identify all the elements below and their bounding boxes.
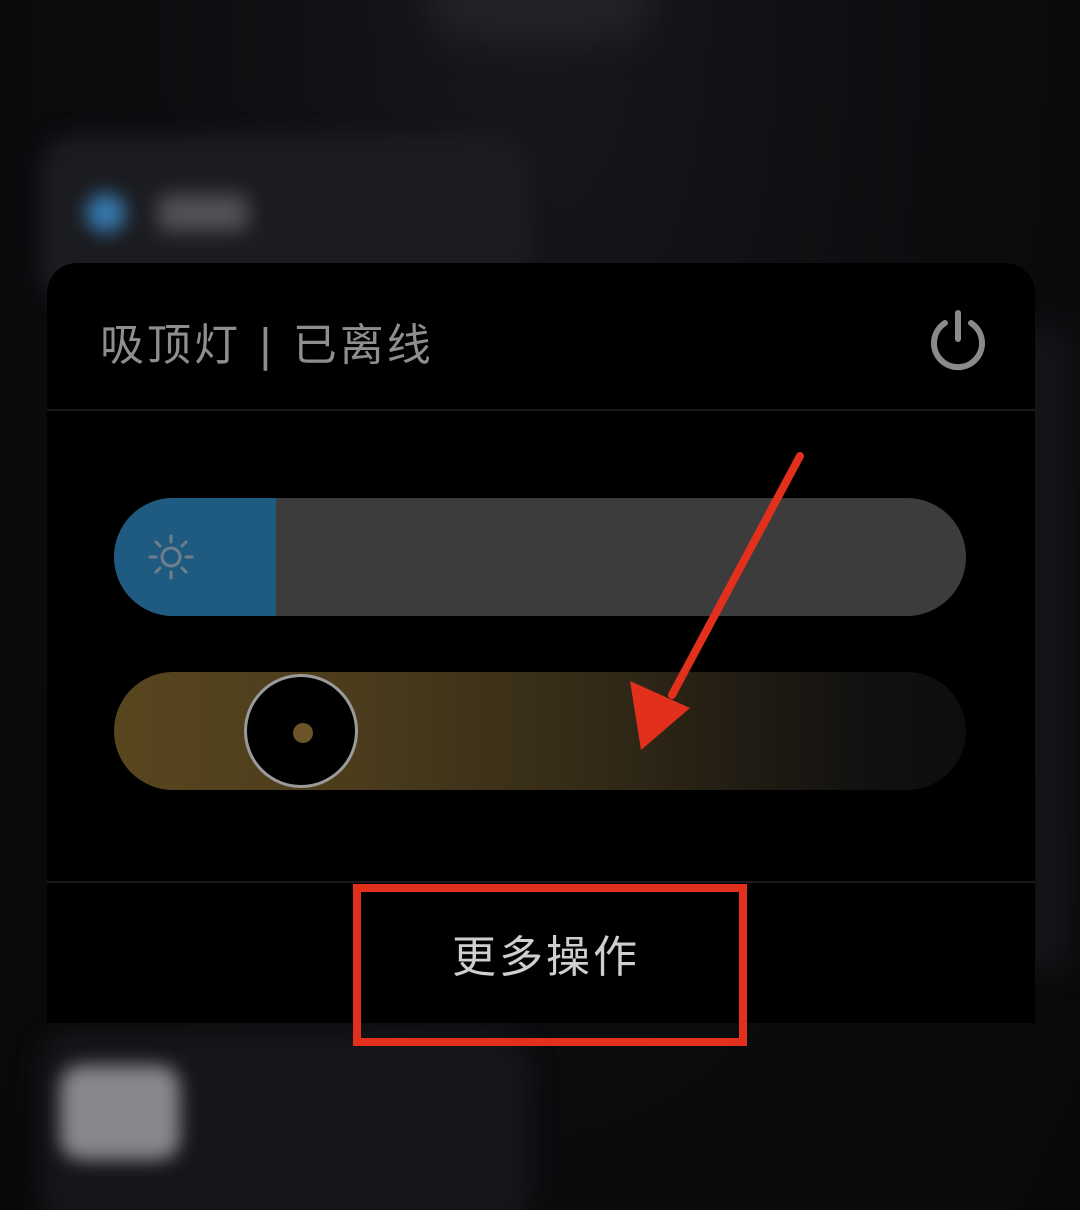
sun-icon: [148, 534, 194, 580]
blurred-top-bar: [430, 0, 650, 40]
screen: 吸顶灯 | 已离线 更多操作: [0, 0, 1080, 1210]
divider: [47, 881, 1035, 883]
brightness-slider[interactable]: [114, 498, 966, 616]
power-icon[interactable]: [925, 307, 991, 373]
annotation-highlight-box: [353, 884, 747, 1046]
color-temperature-slider[interactable]: [114, 672, 966, 790]
color-temperature-thumb[interactable]: [244, 674, 358, 788]
thumb-center-dot: [293, 723, 313, 743]
brightness-fill: [114, 498, 276, 616]
divider: [47, 409, 1035, 411]
blurred-label: [158, 195, 248, 231]
blurred-device-icon: [60, 1065, 180, 1160]
blurred-status-dot: [86, 193, 126, 233]
device-title: 吸顶灯 | 已离线: [100, 320, 434, 371]
